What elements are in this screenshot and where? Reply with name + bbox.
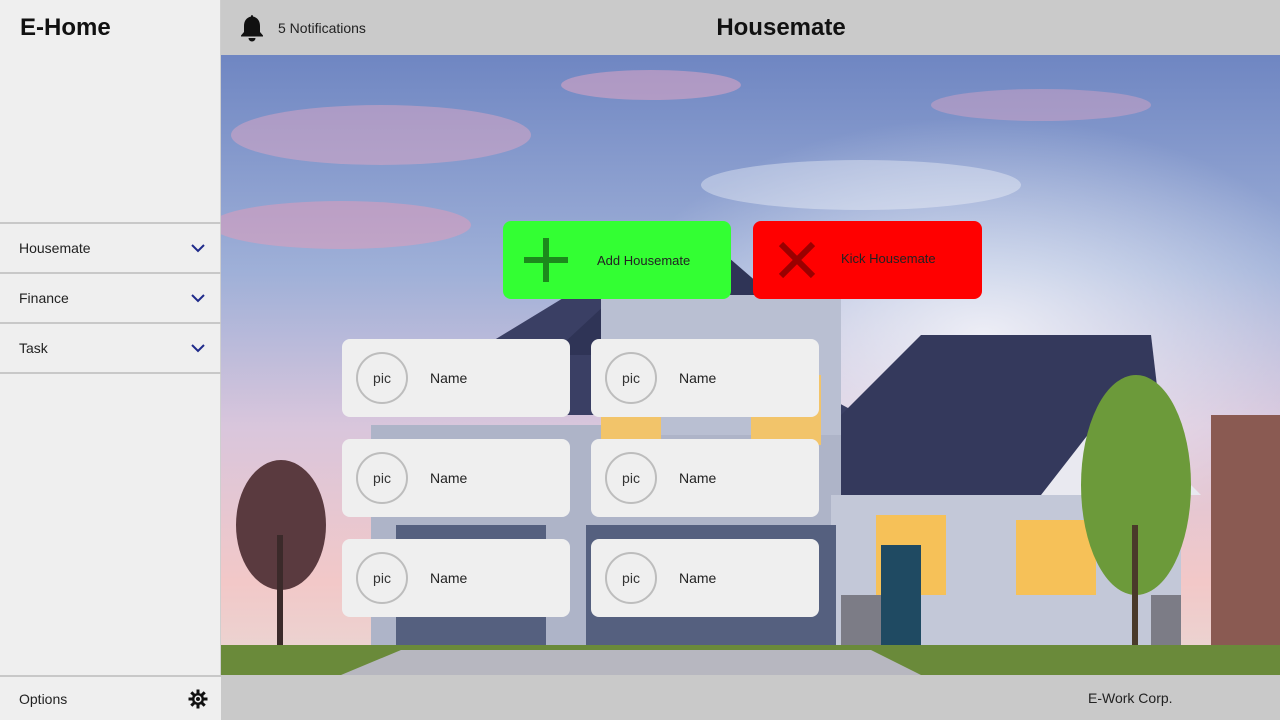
avatar: pic [605,452,657,504]
sidebar-item-finance[interactable]: Finance [0,274,221,324]
header: 5 Notifications Housemate [221,0,1280,55]
housemate-name: Name [679,570,717,586]
avatar: pic [605,352,657,404]
avatar: pic [356,452,408,504]
avatar: pic [356,552,408,604]
sidebar-nav: Housemate Finance Task [0,222,221,374]
housemate-name: Name [430,370,468,386]
gear-icon[interactable] [188,689,208,709]
sidebar-item-label: Task [19,340,48,356]
plus-icon [524,238,568,282]
kick-housemate-button[interactable]: Kick Housemate [753,221,982,299]
options-bar: Options [0,675,221,720]
options-label[interactable]: Options [19,691,67,707]
sidebar-item-task[interactable]: Task [0,324,221,374]
footer: E-Work Corp. [221,675,1280,720]
housemate-card[interactable]: pic Name [342,539,570,617]
chevron-down-icon [191,344,205,353]
main-content: Add Housemate Kick Housemate pic Name pi… [221,55,1280,675]
company-name: E-Work Corp. [1088,689,1173,706]
sidebar-item-label: Housemate [19,240,91,256]
housemate-card[interactable]: pic Name [591,539,819,617]
avatar: pic [356,352,408,404]
housemate-card[interactable]: pic Name [342,339,570,417]
housemate-name: Name [679,370,717,386]
add-housemate-label: Add Housemate [597,253,691,268]
x-icon [778,241,816,279]
add-housemate-button[interactable]: Add Housemate [503,221,731,299]
chevron-down-icon [191,244,205,253]
chevron-down-icon [191,294,205,303]
page-title: Housemate [716,14,846,41]
housemate-name: Name [430,470,468,486]
sidebar-item-housemate[interactable]: Housemate [0,224,221,274]
housemate-name: Name [679,470,717,486]
housemate-card[interactable]: pic Name [342,439,570,517]
housemate-card[interactable]: pic Name [591,339,819,417]
app-title: E-Home [20,14,111,41]
sidebar: E-Home Housemate Finance Task [0,0,221,675]
kick-housemate-label: Kick Housemate [841,251,936,266]
avatar: pic [605,552,657,604]
housemate-name: Name [430,570,468,586]
sidebar-item-label: Finance [19,290,69,306]
housemate-card[interactable]: pic Name [591,439,819,517]
